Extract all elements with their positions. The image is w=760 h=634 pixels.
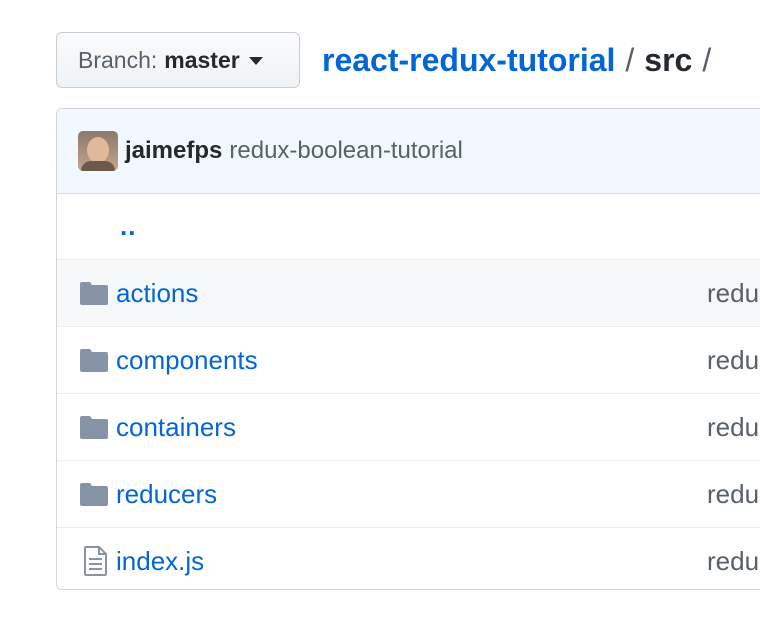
table-row: components redu xyxy=(57,326,760,393)
row-commit-message[interactable]: redu xyxy=(707,546,759,577)
table-row: actions redu xyxy=(57,259,760,326)
commit-message-link[interactable]: redux-boolean-tutorial xyxy=(229,137,462,165)
file-name-link[interactable]: reducers xyxy=(116,479,217,510)
breadcrumb-current-dir: src xyxy=(644,41,693,78)
folder-icon xyxy=(78,482,108,506)
commit-author-link[interactable]: jaimefps xyxy=(125,137,222,165)
table-row: index.js redu xyxy=(57,527,760,589)
branch-label: Branch: xyxy=(78,46,158,73)
folder-icon xyxy=(78,281,108,305)
row-commit-message[interactable]: redu xyxy=(707,412,759,443)
caret-down-icon xyxy=(248,57,263,65)
folder-icon xyxy=(78,415,108,439)
file-name-link[interactable]: containers xyxy=(116,412,236,443)
file-list: jaimefps redux-boolean-tutorial .. actio… xyxy=(56,108,760,590)
parent-dir-row: .. xyxy=(57,194,760,259)
breadcrumb: react-redux-tutorial / src / xyxy=(322,42,721,79)
row-commit-message[interactable]: redu xyxy=(707,278,759,309)
folder-icon xyxy=(78,348,108,372)
branch-name: master xyxy=(164,46,240,73)
breadcrumb-separator: / xyxy=(625,41,635,78)
breadcrumb-separator: / xyxy=(702,41,712,78)
avatar[interactable] xyxy=(78,131,118,171)
file-name-link[interactable]: components xyxy=(116,345,258,376)
latest-commit-bar: jaimefps redux-boolean-tutorial xyxy=(57,109,760,194)
branch-select-button[interactable]: Branch: master xyxy=(56,32,300,88)
file-text-icon xyxy=(78,546,108,576)
parent-dir-link[interactable]: .. xyxy=(120,211,136,242)
file-name-link[interactable]: actions xyxy=(116,278,198,309)
row-commit-message[interactable]: redu xyxy=(707,345,759,376)
row-commit-message[interactable]: redu xyxy=(707,479,759,510)
breadcrumb-repo-link[interactable]: react-redux-tutorial xyxy=(322,42,615,79)
file-name-link[interactable]: index.js xyxy=(116,546,204,577)
table-row: containers redu xyxy=(57,393,760,460)
repo-toolbar: Branch: master react-redux-tutorial / sr… xyxy=(56,32,721,88)
table-row: reducers redu xyxy=(57,460,760,527)
